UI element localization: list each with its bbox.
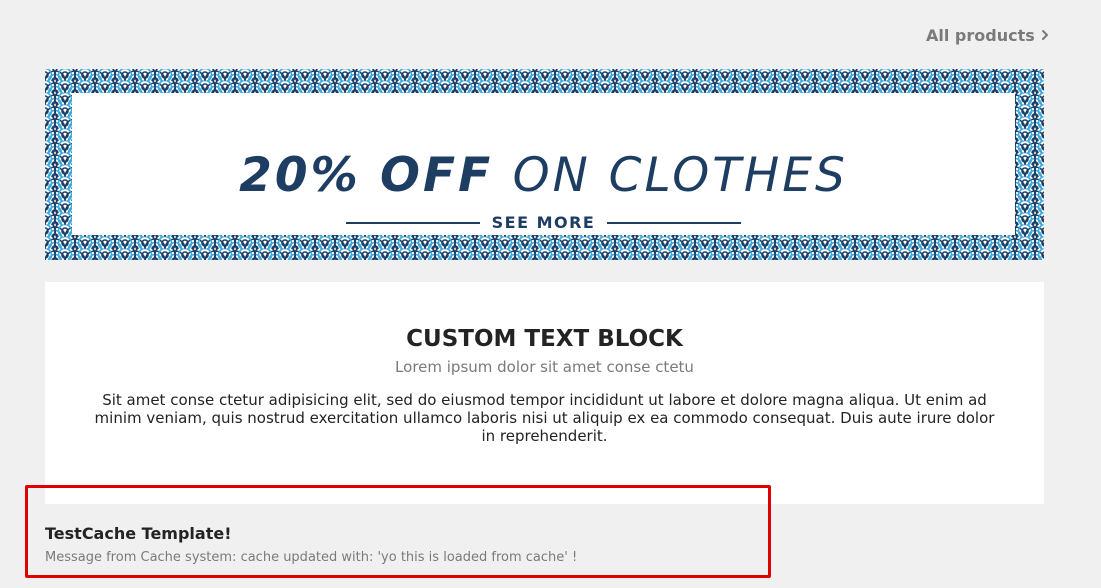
banner-headline-bold: 20% OFF [239, 148, 494, 203]
all-products-link[interactable]: All products [926, 24, 1049, 46]
custom-text-subtitle: Lorem ipsum dolor sit amet conse ctetu [395, 358, 694, 376]
testcache-message: Message from Cache system: cache updated… [45, 550, 578, 565]
divider-left [345, 222, 480, 224]
chevron-right-icon [1041, 29, 1049, 41]
custom-text-body: Sit amet conse ctetur adipisicing elit, … [94, 391, 995, 445]
see-more-link[interactable]: SEE MORE [492, 213, 596, 233]
custom-text-block: CUSTOM TEXT BLOCK Lorem ipsum dolor sit … [45, 282, 1044, 504]
promo-banner[interactable]: 20% OFF ON CLOTHES SEE MORE [45, 69, 1044, 260]
all-products-label: All products [926, 25, 1035, 45]
testcache-title: TestCache Template! [45, 524, 232, 543]
custom-text-title: CUSTOM TEXT BLOCK [406, 326, 683, 352]
banner-content: 20% OFF ON CLOTHES SEE MORE [72, 93, 1015, 235]
banner-headline-light: ON CLOTHES [512, 148, 848, 203]
banner-headline: 20% OFF ON CLOTHES [72, 145, 1015, 207]
divider-right [607, 222, 742, 224]
see-more-row: SEE MORE [72, 213, 1015, 233]
